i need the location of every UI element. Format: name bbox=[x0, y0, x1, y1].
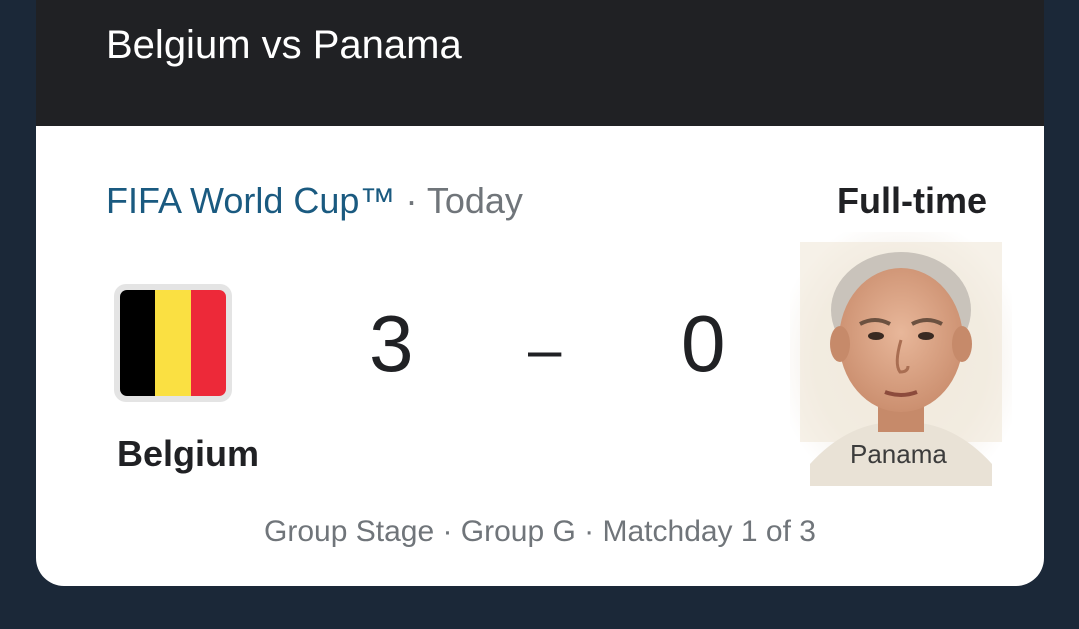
away-team-name[interactable]: Panama bbox=[850, 438, 947, 470]
competition-link[interactable]: FIFA World Cup™ bbox=[106, 180, 395, 221]
match-meta: FIFA World Cup™ · Today bbox=[106, 178, 523, 224]
match-title: Belgium vs Panama bbox=[106, 23, 462, 67]
score-separator: – bbox=[528, 316, 562, 383]
flag-stripe-red bbox=[190, 290, 226, 396]
match-date: Today bbox=[426, 180, 523, 221]
belgium-flag-icon[interactable] bbox=[114, 284, 232, 402]
away-score: 0 bbox=[681, 299, 726, 388]
card-header: Belgium vs Panama bbox=[36, 0, 1044, 126]
flag-stripe-yellow bbox=[155, 290, 191, 396]
flag-stripe-black bbox=[120, 290, 156, 396]
match-card[interactable]: Belgium vs Panama FIFA World Cup™ · Toda… bbox=[36, 0, 1044, 586]
match-status: Full-time bbox=[837, 180, 987, 221]
away-team-portrait[interactable]: Panama bbox=[790, 232, 1012, 486]
meta-separator: · bbox=[405, 180, 418, 221]
home-team-name[interactable]: Belgium bbox=[117, 432, 259, 476]
stage-info: Group Stage · Group G · Matchday 1 of 3 bbox=[264, 515, 816, 548]
home-score: 3 bbox=[369, 299, 414, 388]
